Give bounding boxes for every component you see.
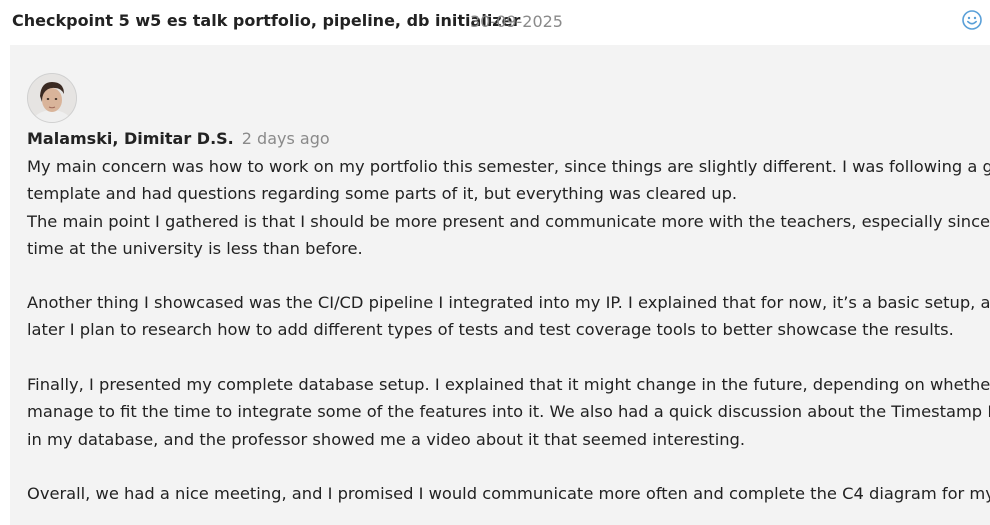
comment-text-line: in my database, and the professor showed… bbox=[27, 429, 746, 449]
comment-timestamp: 2 days ago bbox=[241, 129, 330, 148]
comment-author-name[interactable]: Malamski, Dimitar D.S. bbox=[27, 129, 234, 148]
comment-author-line: Malamski, Dimitar D.S. 2 days ago bbox=[27, 129, 330, 148]
smiley-face-icon[interactable] bbox=[961, 9, 983, 31]
checkpoint-title: Checkpoint 5 w5 es talk portfolio, pipel… bbox=[12, 11, 521, 30]
checkpoint-date: 30-09-2025 bbox=[470, 12, 563, 31]
checkpoint-header: Checkpoint 5 w5 es talk portfolio, pipel… bbox=[0, 0, 990, 42]
checkpoint-feedback-view: Checkpoint 5 w5 es talk portfolio, pipel… bbox=[0, 0, 990, 525]
comment-text-line: later I plan to research how to add diff… bbox=[27, 320, 954, 340]
comment-text-line: My main concern was how to work on my po… bbox=[27, 157, 990, 176]
avatar[interactable] bbox=[27, 73, 77, 123]
comment-panel: Malamski, Dimitar D.S. 2 days ago My main… bbox=[10, 45, 990, 525]
comment-paragraph: Overall, we had a nice meeting, and I pr… bbox=[27, 480, 990, 507]
comment-paragraph: My main concern was how to work on my po… bbox=[27, 153, 990, 263]
comment-text-line: manage to fit the time to integrate some… bbox=[27, 402, 990, 422]
comment-text-line: The main point I gathered is that I shou… bbox=[27, 211, 990, 231]
comment-text-line: template and had questions regarding som… bbox=[27, 184, 738, 204]
comment-paragraph: Another thing I showcased was the CI/CD … bbox=[27, 289, 990, 344]
comment-text-line: Finally, I presented my complete databas… bbox=[27, 375, 990, 394]
comment-paragraph: Finally, I presented my complete databas… bbox=[27, 371, 990, 453]
comment-text-line: time at the university is less than befo… bbox=[27, 239, 363, 259]
comment-text-line: Another thing I showcased was the CI/CD … bbox=[27, 293, 990, 312]
comment-text-line: Overall, we had a nice meeting, and I pr… bbox=[27, 484, 990, 503]
